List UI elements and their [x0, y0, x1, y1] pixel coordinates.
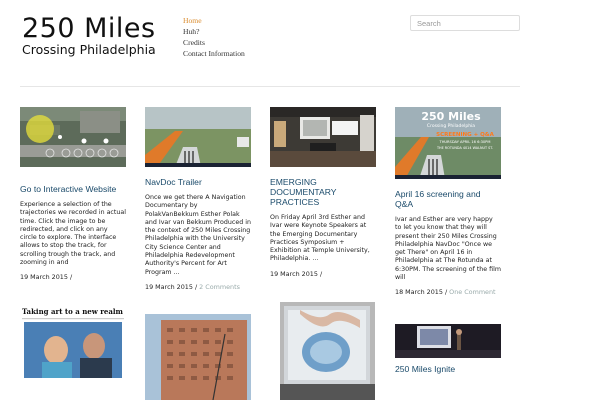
post-meta: 19 March 2015 / [270, 270, 376, 278]
post-excerpt: On Friday April 3rd Esther and Ivar were… [270, 214, 370, 263]
post-date: 19 March 2015 [270, 269, 318, 278]
nav-item-home[interactable]: Home [183, 15, 245, 26]
post-thumbnail-map[interactable] [20, 107, 126, 167]
header-divider [20, 86, 520, 87]
post-thumbnail-exhibition[interactable] [270, 107, 376, 167]
article-headline: Taking art to a new realm [22, 307, 124, 316]
site-title[interactable]: 250 Miles [22, 14, 156, 44]
post-title[interactable]: April 16 screening and Q&A [395, 189, 501, 209]
post-meta: 18 March 2015 / One Comment [395, 288, 501, 296]
post-meta: 19 March 2015 / 2 Comments [145, 283, 251, 291]
post-thumbnail-article[interactable]: Taking art to a new realm [20, 304, 126, 400]
post-title[interactable]: EMERGING DOCUMENTARY PRACTICES [270, 177, 376, 207]
poster-subtitle: Crossing Philadelphia [427, 123, 475, 129]
post-thumbnail-screening-poster[interactable]: 250 Miles Crossing Philadelphia SCREENIN… [395, 107, 501, 179]
poster-date-line: THURSDAY APRIL 16 6:30PM [439, 140, 491, 144]
search-input[interactable] [410, 15, 520, 31]
post-meta: 19 March 2015 / [20, 273, 126, 281]
post-card: Taking art to a new realm [20, 304, 126, 400]
post-excerpt: Experience a selection of the trajectori… [20, 201, 126, 267]
post-title[interactable]: Go to Interactive Website [20, 184, 126, 194]
post-card: 250 Miles Crossing Philadelphia SCREENIN… [395, 107, 501, 296]
post-card [145, 314, 251, 400]
main-nav: Home Huh? Credits Contact Information [183, 15, 245, 59]
post-card: Go to Interactive Website Experience a s… [20, 107, 126, 281]
poster-title: 250 Miles [421, 110, 481, 123]
meta-separator: / [67, 273, 73, 282]
post-card [280, 302, 375, 400]
post-title[interactable]: NavDoc Trailer [145, 177, 251, 187]
post-date: 18 March 2015 [395, 288, 443, 297]
site-tagline: Crossing Philadelphia [22, 42, 156, 57]
post-date: 19 March 2015 [20, 273, 68, 282]
post-excerpt: Ivar and Esther are very happy to let yo… [395, 216, 502, 282]
post-date: 19 March 2015 [145, 282, 193, 291]
post-thumbnail-ignite[interactable] [395, 324, 501, 358]
comments-link[interactable]: One Comment [449, 288, 495, 296]
nav-item-huh[interactable]: Huh? [183, 26, 245, 37]
post-thumbnail-trailer[interactable] [145, 107, 251, 167]
post-card: EMERGING DOCUMENTARY PRACTICES On Friday… [270, 107, 376, 278]
post-thumbnail-building[interactable] [145, 314, 251, 400]
nav-item-contact[interactable]: Contact Information [183, 48, 245, 59]
post-title[interactable]: 250 Miles Ignite [395, 364, 501, 374]
post-card: 250 Miles Ignite [395, 324, 501, 374]
comments-link[interactable]: 2 Comments [199, 283, 240, 291]
poster-screening: SCREENING + Q&A [436, 132, 494, 138]
post-card: NavDoc Trailer Once we get there A Navig… [145, 107, 251, 291]
poster-venue: THE ROTUNDA 4014 WALNUT ST. [436, 146, 493, 150]
nav-item-credits[interactable]: Credits [183, 37, 245, 48]
post-excerpt: Once we get there A Navigation Documenta… [145, 194, 251, 276]
meta-separator: / [317, 269, 323, 278]
post-thumbnail-mural[interactable] [280, 302, 375, 400]
